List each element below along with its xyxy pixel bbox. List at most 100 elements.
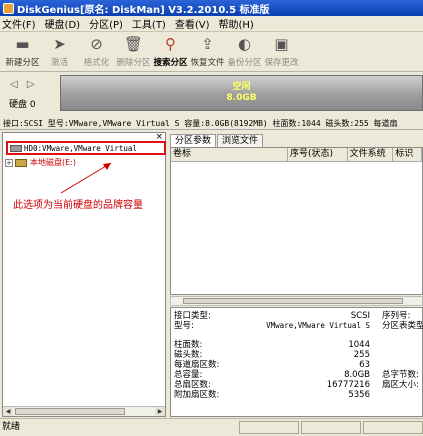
- format-icon: ⊘: [90, 35, 103, 53]
- annotation-arrow: [60, 162, 112, 194]
- activate-label: 激活: [50, 58, 68, 68]
- disk-map: ◁ ▷ 硬盘 0 空闲 8.0GB: [0, 73, 423, 115]
- detail-label: 型号:: [174, 321, 194, 331]
- free-space-title: 空闲: [232, 82, 251, 92]
- scroll-left-icon[interactable]: ◀: [3, 407, 13, 416]
- detail-row-model: 型号: VMware,VMware Virtual S 分区表类型:: [174, 321, 423, 331]
- partition-icon: [15, 158, 27, 167]
- status-cell: [363, 421, 423, 434]
- new-partition-icon: ▬: [15, 35, 30, 53]
- disk-label: 硬盘 0: [9, 100, 36, 110]
- tree-item-hd0[interactable]: HD0:VMware,VMware Virtual: [6, 141, 166, 155]
- detail-row-total-sectors: 总扇区数: 16777216 扇区大小:: [174, 380, 422, 390]
- expand-icon[interactable]: +: [5, 158, 13, 167]
- search-partition-label: 搜索分区: [153, 58, 188, 68]
- detail-label: 扇区大小:: [382, 380, 419, 390]
- status-text: 就绪: [2, 422, 21, 432]
- detail-label: 序列号:: [382, 311, 411, 321]
- detail-label: 附加扇区数:: [174, 390, 220, 400]
- detail-row-capacity: 总容量: 8.0GB 总字节数:: [174, 370, 422, 380]
- activate-button[interactable]: ➤ 激活: [41, 32, 78, 68]
- detail-label: 分区表类型:: [382, 321, 423, 331]
- title-bar: DiskGenius[原名: DiskMan] V3.2.2010.5 标准版: [0, 0, 423, 16]
- detail-value: 63: [359, 360, 370, 370]
- activate-icon: ➤: [53, 35, 66, 53]
- detail-label: 磁头数:: [174, 350, 203, 360]
- backup-partition-label: 备份分区: [227, 58, 262, 68]
- tree-horizontal-scrollbar[interactable]: ◀ ▶: [3, 406, 165, 416]
- status-bar: 就绪: [0, 418, 423, 436]
- menu-view[interactable]: 查看(V): [175, 16, 210, 31]
- menu-disk[interactable]: 硬盘(D): [45, 16, 81, 31]
- recover-files-icon: ⇪: [201, 35, 214, 53]
- menu-help[interactable]: 帮助(H): [219, 16, 254, 31]
- hard-disk-icon: [10, 144, 22, 152]
- table-scroll-thumb[interactable]: [183, 298, 403, 304]
- detail-label: 总扇区数:: [174, 380, 211, 390]
- column-id[interactable]: 标识: [393, 148, 422, 161]
- annotation-text: 此选项为当前硬盘的品牌容量: [13, 200, 143, 211]
- column-index-status[interactable]: 序号(状态): [288, 148, 348, 161]
- backup-partition-icon: ◐: [237, 35, 252, 53]
- backup-partition-button[interactable]: ◐ 备份分区: [226, 32, 263, 68]
- scroll-right-icon[interactable]: ▶: [155, 407, 165, 416]
- detail-row-sectors-per-track: 每道扇区数: 63: [174, 360, 422, 370]
- app-icon: [3, 2, 14, 14]
- new-partition-button[interactable]: ▬ 新建分区: [4, 32, 41, 68]
- recover-files-button[interactable]: ⇪ 恢复文件: [189, 32, 226, 68]
- detail-row-cylinders: 柱面数: 1044: [174, 340, 422, 350]
- status-cell: [301, 421, 361, 434]
- tree-item-local-disk[interactable]: + 本地磁盘(E:): [5, 157, 76, 168]
- delete-partition-label: 删除分区: [116, 58, 151, 68]
- menu-partition[interactable]: 分区(P): [89, 16, 123, 31]
- status-cell: [239, 421, 299, 434]
- recover-files-label: 恢复文件: [190, 58, 225, 68]
- tree-item-hd0-label: HD0:VMware,VMware Virtual: [24, 143, 137, 153]
- disk-tree-panel: × HD0:VMware,VMware Virtual + 本地磁盘(E:) 此…: [2, 132, 166, 417]
- tab-strip: 分区参数 浏览文件: [170, 134, 264, 147]
- detail-row-heads: 磁头数: 255: [174, 350, 422, 360]
- disk-nav-arrows-icon[interactable]: ◁ ▷: [10, 79, 38, 90]
- partition-table: 卷标 序号(状态) 文件系统 标识: [170, 147, 423, 295]
- detail-row-interface: 接口类型: SCSI 序列号:: [174, 311, 422, 321]
- free-space-bar[interactable]: 空闲 8.0GB: [60, 75, 423, 111]
- detail-label: 接口类型:: [174, 311, 211, 321]
- menu-tools[interactable]: 工具(T): [132, 16, 166, 31]
- search-partition-button[interactable]: ⚲ 搜索分区: [152, 32, 189, 68]
- detail-value: 1044: [348, 340, 370, 350]
- detail-value: 16777216: [326, 380, 370, 390]
- save-changes-button[interactable]: ▣ 保存更改: [263, 32, 300, 68]
- detail-value: 255: [353, 350, 370, 360]
- detail-value: 5356: [348, 390, 370, 400]
- format-label: 格式化: [83, 58, 110, 68]
- detail-label: 每道扇区数:: [174, 360, 220, 370]
- table-horizontal-scrollbar[interactable]: [170, 296, 423, 306]
- window-title: DiskGenius[原名: DiskMan] V3.2.2010.5 标准版: [17, 4, 270, 16]
- status-cells: [237, 421, 423, 434]
- disk-info-line: 接口:SCSI 型号:VMware,VMware Virtual S 容量:8.…: [0, 117, 423, 130]
- detail-value: 8.0GB: [344, 370, 370, 380]
- detail-row-extra-sectors: 附加扇区数: 5356: [174, 390, 422, 400]
- tree-item-local-disk-label: 本地磁盘(E:): [30, 158, 76, 167]
- delete-partition-icon: 🗑: [123, 35, 144, 53]
- tab-partition-params[interactable]: 分区参数: [170, 134, 217, 147]
- disk-details: 接口类型: SCSI 序列号: 型号: VMware,VMware Virtua…: [170, 307, 423, 417]
- detail-label: 柱面数:: [174, 340, 203, 350]
- column-file-system[interactable]: 文件系统: [348, 148, 394, 161]
- partition-panel: 分区参数 浏览文件 卷标 序号(状态) 文件系统 标识 接口类型: SCSI 序…: [168, 132, 423, 417]
- new-partition-label: 新建分区: [5, 58, 40, 68]
- detail-value: VMware,VMware Virtual S: [266, 321, 370, 330]
- delete-partition-button[interactable]: 🗑 删除分区: [115, 32, 152, 68]
- menu-file[interactable]: 文件(F): [2, 16, 36, 31]
- menu-bar: 文件(F) 硬盘(D) 分区(P) 工具(T) 查看(V) 帮助(H): [0, 16, 423, 32]
- toolbar: ▬ 新建分区 ➤ 激活 ⊘ 格式化 🗑 删除分区 ⚲ 搜索分区 ⇪ 恢复文件 ◐…: [0, 32, 423, 72]
- save-changes-icon: ▣: [274, 35, 289, 53]
- search-partition-icon: ⚲: [165, 35, 176, 53]
- detail-value: SCSI: [350, 311, 370, 321]
- save-changes-label: 保存更改: [264, 58, 299, 68]
- column-volume-label[interactable]: 卷标: [171, 148, 289, 161]
- scroll-thumb[interactable]: [15, 408, 125, 415]
- tab-browse-files[interactable]: 浏览文件: [217, 134, 264, 147]
- format-button[interactable]: ⊘ 格式化: [78, 32, 115, 68]
- detail-label: 总容量:: [174, 370, 203, 380]
